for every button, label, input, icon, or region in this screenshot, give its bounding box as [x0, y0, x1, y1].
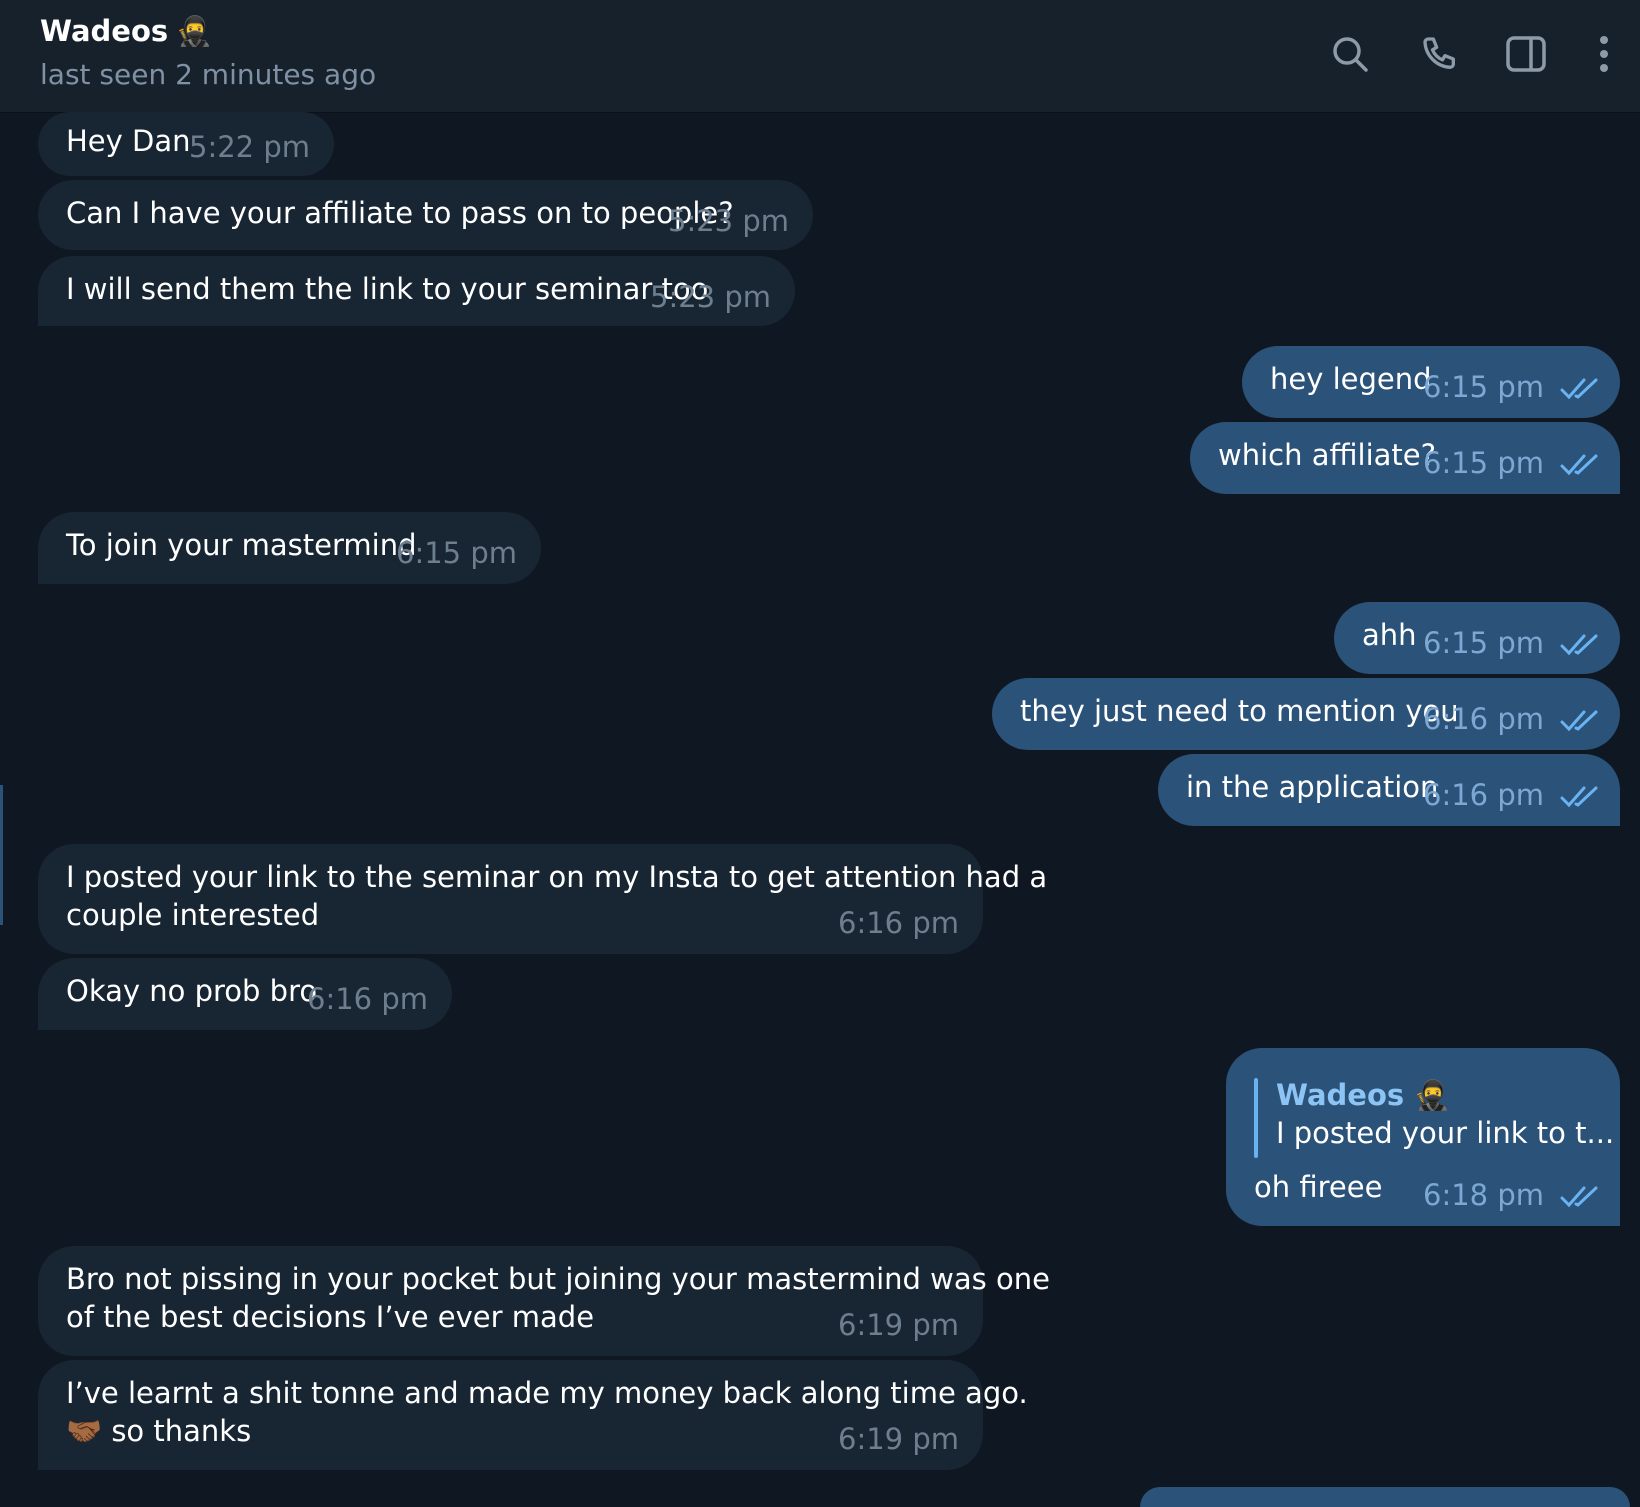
message-text: Okay no prob bro — [66, 974, 318, 1008]
message-text: oh fireee — [1254, 1170, 1383, 1204]
message-text-line: I posted your link to the seminar on my … — [66, 860, 1048, 894]
message-incoming[interactable]: I will send them the link to your semina… — [38, 256, 795, 326]
reply-sender-emoji: 🥷 — [1414, 1078, 1451, 1112]
message-time: 6:15 pm — [1423, 626, 1544, 660]
more-options-icon[interactable] — [1580, 30, 1628, 78]
message-text: I will send them the link to your semina… — [66, 272, 709, 306]
message-text-line: couple interested — [66, 898, 320, 932]
message-text-line: 🤝🏾 so thanks — [66, 1414, 252, 1448]
reply-quote-bar — [1254, 1078, 1258, 1158]
message-incoming[interactable]: Can I have your affiliate to pass on to … — [38, 180, 813, 250]
message-outgoing[interactable]: in the application 6:16 pm — [1158, 754, 1620, 826]
reply-quote-text[interactable]: I posted your link to t... — [1276, 1116, 1614, 1150]
phone-icon[interactable] — [1416, 30, 1464, 78]
message-time: 6:15 pm — [396, 536, 517, 570]
read-receipt-icon — [1560, 786, 1598, 808]
message-text: they just need to mention you — [1020, 694, 1459, 728]
search-icon[interactable] — [1326, 30, 1374, 78]
read-receipt-icon — [1560, 634, 1598, 656]
message-outgoing[interactable]: they just need to mention you 6:16 pm — [992, 678, 1620, 750]
message-text-line: I’ve learnt a shit tonne and made my mon… — [66, 1376, 1028, 1410]
message-incoming[interactable]: I posted your link to the seminar on my … — [38, 844, 1047, 954]
message-time: 6:16 pm — [1423, 702, 1544, 736]
message-time: 5:23 pm — [650, 280, 771, 314]
read-receipt-icon — [1560, 378, 1598, 400]
message-incoming[interactable]: Okay no prob bro 6:16 pm — [38, 958, 452, 1030]
message-text: in the application — [1186, 770, 1439, 804]
read-receipt-icon — [1560, 710, 1598, 732]
message-time: 6:18 pm — [1423, 1178, 1544, 1212]
read-receipt-icon — [1560, 454, 1598, 476]
message-time: 6:15 pm — [1423, 370, 1544, 404]
reply-sender-text: Wadeos — [1276, 1078, 1405, 1112]
message-list[interactable]: Hey Dan 5:22 pm Can I have your affiliat… — [0, 112, 1640, 1498]
message-text-line: Bro not pissing in your pocket but joini… — [66, 1262, 1050, 1296]
message-text: which affiliate? — [1218, 438, 1436, 472]
message-outgoing[interactable]: which affiliate? 6:15 pm — [1190, 422, 1620, 494]
message-time: 6:19 pm — [838, 1422, 959, 1456]
contact-status: last seen 2 minutes ago — [40, 58, 377, 91]
message-incoming[interactable]: I’ve learnt a shit tonne and made my mon… — [38, 1360, 1028, 1470]
message-text: Hey Dan — [66, 124, 191, 158]
message-time: 5:23 pm — [668, 204, 789, 238]
message-incoming[interactable]: Hey Dan 5:22 pm — [38, 112, 334, 176]
contact-emoji: 🥷 — [176, 14, 213, 48]
message-text: ahh — [1362, 618, 1417, 652]
message-time: 5:22 pm — [189, 130, 310, 164]
message-text: Can I have your affiliate to pass on to … — [66, 196, 734, 230]
message-incoming[interactable]: To join your mastermind 6:15 pm — [38, 512, 541, 584]
contact-name-text[interactable]: Wadeos — [40, 14, 168, 48]
message-time: 6:16 pm — [1423, 778, 1544, 812]
message-incoming[interactable]: Bro not pissing in your pocket but joini… — [38, 1246, 1050, 1356]
read-receipt-icon — [1560, 1186, 1598, 1208]
chat-header: Wadeos 🥷 last seen 2 minutes ago — [0, 0, 1640, 113]
contact-name[interactable]: Wadeos 🥷 — [40, 14, 212, 49]
sidebar-toggle-icon[interactable] — [1502, 30, 1550, 78]
next-message-peek — [1140, 1487, 1630, 1507]
message-outgoing-reply[interactable]: Wadeos 🥷 I posted your link to t... oh f… — [1226, 1048, 1620, 1226]
message-time: 6:16 pm — [838, 906, 959, 940]
message-text-line: of the best decisions I’ve ever made — [66, 1300, 595, 1334]
message-text: To join your mastermind — [66, 528, 417, 562]
message-time: 6:15 pm — [1423, 446, 1544, 480]
message-time: 6:19 pm — [838, 1308, 959, 1342]
message-text: hey legend — [1270, 362, 1432, 396]
reply-sender-name[interactable]: Wadeos 🥷 — [1276, 1078, 1450, 1113]
message-time: 6:16 pm — [307, 982, 428, 1016]
message-outgoing[interactable]: ahh 6:15 pm — [1334, 602, 1620, 674]
message-outgoing[interactable]: hey legend 6:15 pm — [1242, 346, 1620, 418]
